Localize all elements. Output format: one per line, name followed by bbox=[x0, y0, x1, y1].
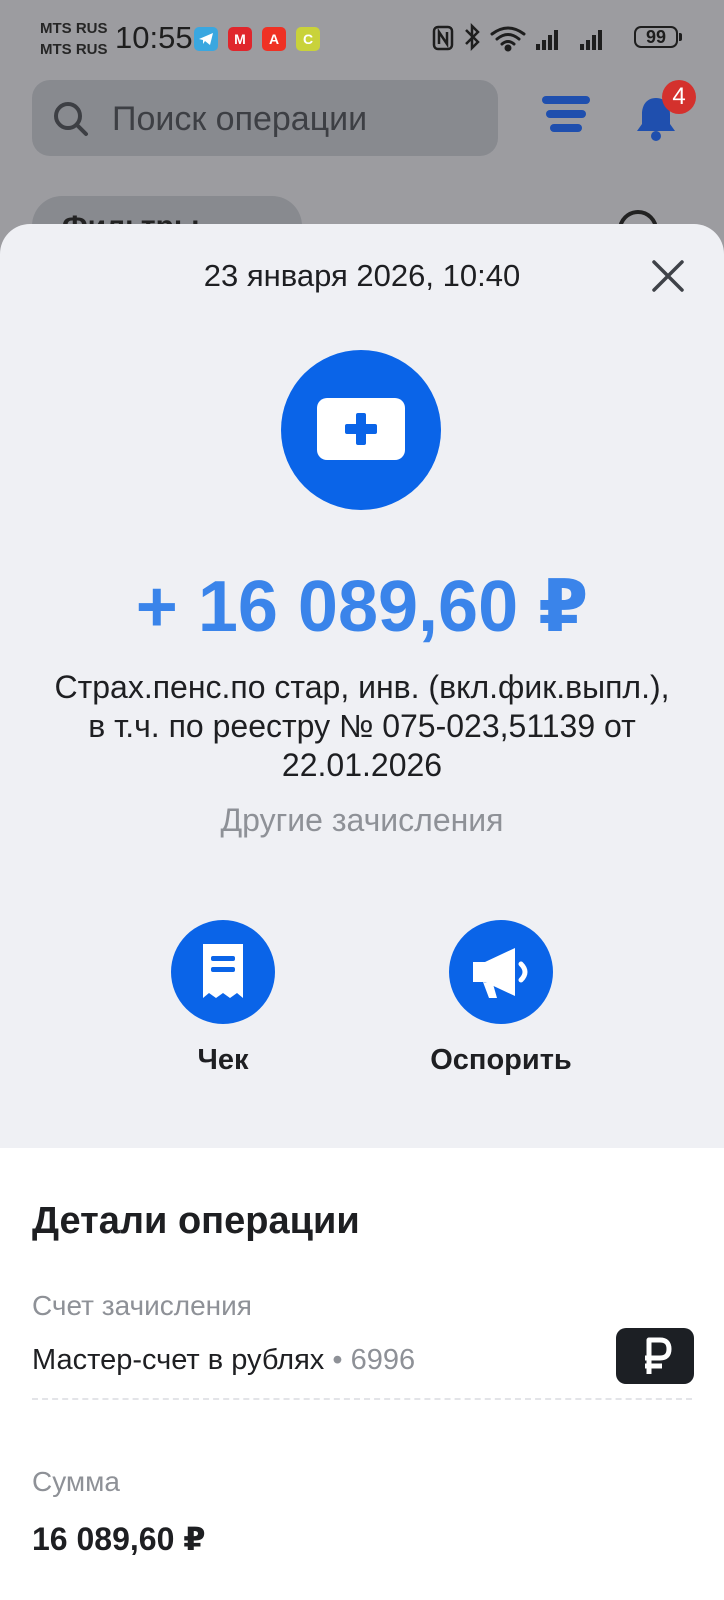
operation-type-icon bbox=[281, 350, 441, 510]
receipt-icon bbox=[203, 944, 243, 998]
carrier-labels: MTS RUS MTS RUS bbox=[40, 18, 108, 60]
sum-value: 16 089,60 ₽ bbox=[32, 1521, 206, 1557]
operation-datetime: 23 января 2026, 10:40 bbox=[203, 258, 521, 293]
receipt-label: Чек bbox=[197, 1044, 249, 1076]
dispute-circle[interactable] bbox=[449, 920, 553, 1024]
ruble-account-icon bbox=[616, 1328, 694, 1384]
dispute-button[interactable]: Оспорить bbox=[391, 920, 611, 1077]
signal-icon-1 bbox=[536, 30, 558, 50]
app-red-icon: M bbox=[228, 27, 252, 51]
notification-badge: 4 bbox=[662, 80, 696, 114]
sum-label: Сумма bbox=[32, 1466, 120, 1497]
menu-icon[interactable] bbox=[542, 94, 590, 134]
receipt-button[interactable]: Чек bbox=[113, 920, 333, 1077]
telegram-icon bbox=[194, 27, 218, 51]
search-input[interactable]: Поиск операции bbox=[32, 80, 498, 156]
dispute-label: Оспорить bbox=[430, 1044, 572, 1076]
details-title: Детали операции bbox=[32, 1200, 360, 1242]
battery-indicator: 99 bbox=[634, 26, 682, 48]
operation-description: Страх.пенс.по стар, инв. (вкл.фик.выпл.)… bbox=[54, 669, 670, 783]
clock: 10:55 bbox=[115, 20, 193, 55]
alfa-bank-icon: A bbox=[262, 27, 286, 51]
bluetooth-icon bbox=[465, 22, 480, 52]
close-icon[interactable] bbox=[646, 254, 690, 298]
account-number: • 6996 bbox=[332, 1344, 416, 1376]
status-bar: MTS RUS MTS RUS 10:55 M A C 99 bbox=[0, 0, 724, 78]
account-label: Счет зачисления bbox=[32, 1290, 252, 1321]
signal-icon-2 bbox=[580, 30, 602, 50]
megaphone-icon bbox=[473, 948, 528, 998]
ruble-icon bbox=[645, 1337, 672, 1374]
operation-details: Детали операции Счет зачисления Мастер-с… bbox=[0, 1148, 724, 1600]
account-value[interactable]: Мастер-счет в рублях • 6996 bbox=[32, 1344, 415, 1377]
carrier-1: MTS RUS bbox=[40, 20, 108, 37]
medical-case-icon bbox=[317, 398, 405, 460]
wifi-icon bbox=[490, 26, 526, 52]
operation-amount: + 16 089,60 ₽ bbox=[135, 567, 589, 647]
nfc-icon bbox=[432, 25, 454, 51]
operation-sheet: 23 января 2026, 10:40 + 16 089,60 ₽ Стра… bbox=[0, 224, 724, 1600]
account-name: Мастер-счет в рублях bbox=[32, 1344, 325, 1376]
search-icon bbox=[54, 102, 88, 136]
divider bbox=[32, 1398, 692, 1400]
receipt-circle[interactable] bbox=[171, 920, 275, 1024]
search-placeholder: Поиск операции bbox=[112, 100, 368, 138]
carrier-2: MTS RUS bbox=[40, 41, 108, 58]
operation-category: Другие зачисления bbox=[220, 802, 504, 838]
app-yellow-icon: C bbox=[296, 27, 320, 51]
